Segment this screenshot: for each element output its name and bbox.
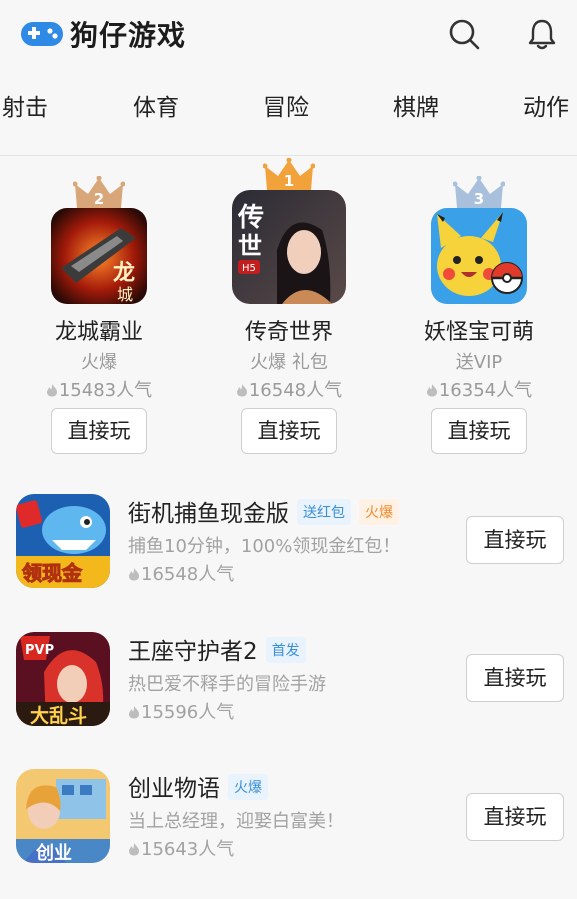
fire-icon: [236, 384, 247, 397]
list-item[interactable]: PVP 大乱斗 王座守护者2 首发 热巴爱不释手的冒险手游 15596人气 直接玩: [0, 632, 577, 762]
svg-text:龙: 龙: [113, 260, 135, 286]
icon-caption: 领现金: [22, 561, 83, 585]
app-title: 狗仔游戏: [70, 19, 187, 52]
play-button[interactable]: 直接玩: [466, 793, 564, 841]
game-tag: 火爆 礼包: [250, 352, 328, 373]
badge-first: 首发: [265, 637, 306, 663]
fire-icon: [426, 384, 437, 397]
popularity-text: 16548人气: [141, 564, 235, 585]
fire-icon: [129, 706, 139, 719]
popularity-text: 15596人气: [141, 702, 235, 723]
popularity: 16354人气: [404, 376, 554, 402]
svg-text:城: 城: [117, 285, 133, 304]
game-name-row: 街机捕鱼现金版 送红包 火爆: [128, 494, 399, 528]
svg-text:传: 传: [237, 203, 264, 233]
game-name-row: 创业物语 火爆: [128, 769, 268, 803]
list-item[interactable]: 创业 创业物语 火爆 当上总经理，迎娶白富美！ 15643人气 直接玩: [0, 769, 577, 899]
game-description: 当上总经理，迎娶白富美！: [128, 811, 344, 832]
badge-hongbao: 送红包: [297, 499, 351, 525]
icon-caption-top: PVP: [25, 643, 54, 658]
tab-shooting[interactable]: 射击: [2, 88, 48, 122]
game-icon-chuanqi[interactable]: 传 世 H5: [232, 190, 346, 304]
app-header: 狗仔游戏: [0, 0, 577, 70]
game-description: 热巴爱不释手的冒险手游: [128, 674, 326, 695]
icon-caption: 创业: [35, 842, 72, 863]
play-button[interactable]: 直接玩: [466, 654, 564, 702]
tab-board[interactable]: 棋牌: [393, 88, 439, 122]
icon-caption: 大乱斗: [30, 704, 87, 726]
tab-sports[interactable]: 体育: [133, 88, 179, 122]
play-button[interactable]: 直接玩: [241, 408, 337, 454]
game-name: 龙城霸业: [54, 320, 143, 345]
game-icon-buyu[interactable]: 领现金: [16, 494, 110, 588]
game-name: 妖怪宝可萌: [423, 320, 534, 345]
game-icon-wangzuo[interactable]: PVP 大乱斗: [16, 632, 110, 726]
popularity-text: 16548人气: [248, 380, 343, 401]
crown-icon: 3: [452, 175, 506, 212]
list-item[interactable]: 领现金 街机捕鱼现金版 送红包 火爆 捕鱼10分钟，100%领现金红包！ 16548…: [0, 494, 577, 624]
crown-icon: 2: [72, 175, 126, 212]
tab-adventure[interactable]: 冒险: [263, 88, 309, 122]
tabs-divider: [0, 155, 577, 156]
game-tag: 送VIP: [455, 352, 503, 373]
rank-number: 2: [93, 190, 105, 208]
play-button[interactable]: 直接玩: [466, 516, 564, 564]
category-tabs: 射击 体育 冒险 棋牌 动作: [0, 88, 577, 140]
game-name: 传奇世界: [244, 320, 333, 345]
crown-icon: 1: [262, 157, 316, 194]
popularity-text: 15643人气: [141, 839, 235, 860]
game-name: 王座守护者2: [128, 639, 258, 665]
rank-number: 1: [283, 172, 295, 190]
svg-text:世: 世: [238, 231, 262, 260]
popularity-text: 16354人气: [438, 380, 533, 401]
popularity: 16548人气: [214, 376, 364, 402]
podium-card-rank-1[interactable]: 1 传 世 H5 传奇世界 火爆 礼包 16548人气 直接玩: [214, 157, 364, 468]
podium-card-rank-3[interactable]: 3 妖怪宝可萌 送VIP 16354人气 直接玩: [404, 158, 554, 468]
popularity: 15483人气: [24, 376, 174, 402]
play-button[interactable]: 直接玩: [431, 408, 527, 454]
badge-hot: 火爆: [228, 774, 268, 800]
search-icon[interactable]: [446, 16, 482, 52]
tab-action[interactable]: 动作: [523, 88, 569, 122]
fire-icon: [46, 384, 57, 397]
popularity: 16548人气: [128, 560, 234, 586]
game-name: 街机捕鱼现金版: [128, 501, 289, 527]
game-name: 创业物语: [128, 776, 220, 802]
svg-text:H5: H5: [242, 263, 256, 274]
rank-number: 3: [473, 190, 485, 208]
game-icon-yaoguai[interactable]: [431, 208, 527, 304]
game-tag: 火爆: [81, 352, 117, 373]
game-icon-chuangye[interactable]: 创业: [16, 769, 110, 863]
podium-card-rank-2[interactable]: 2 龙 城 龙城霸业 火爆 15483人气 直接玩: [24, 158, 174, 468]
badge-hot: 火爆: [359, 499, 399, 525]
popularity: 15643人气: [128, 835, 234, 861]
play-button[interactable]: 直接玩: [51, 408, 147, 454]
game-description: 捕鱼10分钟，100%领现金红包！: [128, 536, 401, 557]
game-name-row: 王座守护者2 首发: [128, 632, 306, 666]
popularity: 15596人气: [128, 698, 234, 724]
fire-icon: [129, 568, 139, 581]
game-icon-longcheng[interactable]: 龙 城: [51, 208, 147, 304]
fire-icon: [129, 843, 139, 856]
popularity-text: 15483人气: [58, 380, 153, 401]
bell-icon[interactable]: [524, 16, 560, 52]
gamepad-logo-icon: [21, 22, 63, 46]
